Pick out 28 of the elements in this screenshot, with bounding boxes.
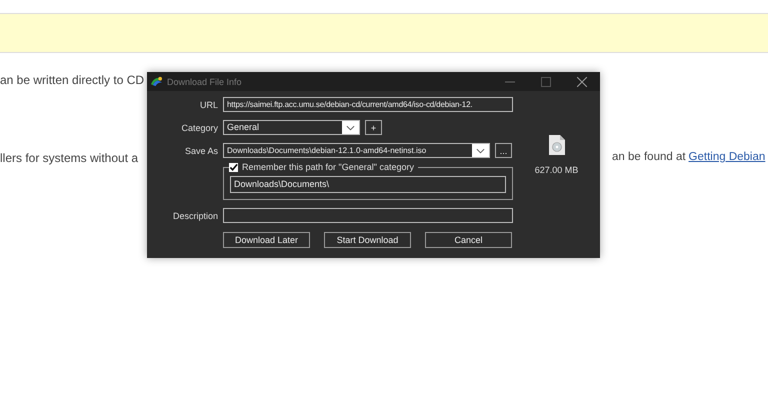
category-label: Category [180, 122, 218, 132]
app-logo-icon [150, 76, 163, 87]
category-dropdown[interactable]: General [223, 120, 360, 135]
url-label: URL [198, 100, 218, 110]
save-as-dropdown[interactable]: Downloads\Documents\debian-12.1.0-amd64-netinst.iso [223, 143, 490, 158]
browse-button[interactable]: ... [495, 143, 512, 158]
remember-label: Remember this path for "General" category [242, 162, 414, 172]
description-field[interactable] [223, 208, 513, 223]
description-label: Description [172, 210, 218, 220]
getting-debian-link[interactable]: Getting Debian [688, 151, 766, 163]
close-icon [577, 76, 587, 86]
add-category-button[interactable]: + [365, 120, 382, 135]
dialog-button[interactable]: Cancel [425, 232, 512, 248]
window-title: Download File Info [167, 76, 243, 86]
body-text: an be written directly to CD [0, 73, 144, 87]
chevron-down-icon [346, 124, 355, 130]
url-field[interactable]: https://saimei.ftp.acc.umu.se/debian-cd/current/amd64/iso-cd/debian-12. [223, 97, 513, 112]
body-text: an be found at [612, 151, 686, 163]
save-as-label: Save As [184, 146, 218, 156]
dialog-button[interactable]: Start Download [324, 232, 411, 248]
dialog-button[interactable]: Download Later [223, 232, 310, 248]
disc-file-icon [548, 135, 564, 155]
remember-checkbox[interactable] [229, 162, 238, 172]
file-size-text: 627.00 MB [534, 165, 578, 175]
body-text: llers for systems without a [0, 151, 138, 165]
maximize-icon [541, 76, 551, 86]
path-field[interactable]: Downloads\Documents\ [230, 176, 506, 193]
chevron-down-icon [476, 148, 485, 154]
